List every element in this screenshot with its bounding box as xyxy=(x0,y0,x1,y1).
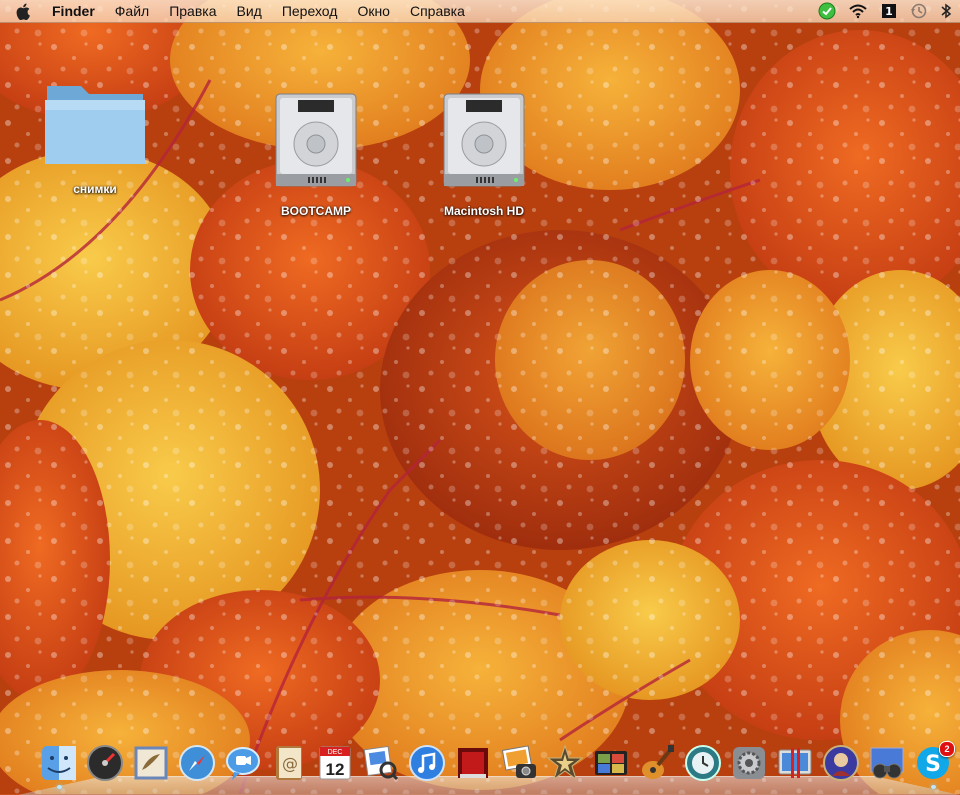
running-indicator xyxy=(57,785,62,789)
wifi-icon[interactable] xyxy=(848,0,868,22)
desktop-drive-bootcamp[interactable]: BOOTCAMP xyxy=(258,90,374,220)
bluetooth-icon[interactable] xyxy=(940,0,952,22)
folder-icon xyxy=(45,86,145,164)
iphoto-icon xyxy=(501,745,536,778)
dock-skype[interactable]: S 2 xyxy=(914,741,955,789)
apple-icon[interactable] xyxy=(12,0,34,22)
ical-month-label: DEC xyxy=(328,749,343,756)
status-menu-area: 1 xyxy=(818,0,952,22)
address-book-icon: @ xyxy=(276,746,302,780)
dock-itunes[interactable] xyxy=(408,743,446,783)
ichat-icon xyxy=(226,747,260,780)
dock: @ DEC 12 S 2 xyxy=(40,741,960,789)
garageband-icon xyxy=(642,745,674,779)
dock-preview[interactable] xyxy=(362,743,400,783)
dock-system-preferences[interactable] xyxy=(730,743,768,783)
dock-safari[interactable] xyxy=(178,743,216,783)
dock-imovie[interactable] xyxy=(546,743,584,783)
desktop-folder-snimki[interactable]: снимки xyxy=(36,78,154,198)
finder-icon xyxy=(42,746,76,780)
messenger-status-icon[interactable] xyxy=(818,0,836,22)
dock-utilities[interactable] xyxy=(868,743,906,783)
menu-view[interactable]: Вид xyxy=(227,0,272,22)
menu-file[interactable]: Файл xyxy=(105,0,159,22)
safari-icon xyxy=(179,745,215,781)
dock-address-book[interactable]: @ xyxy=(270,743,308,783)
desktop-icon-label: Macintosh HD xyxy=(443,204,524,218)
dashboard-icon xyxy=(87,745,123,781)
dock-ical[interactable]: DEC 12 xyxy=(316,743,354,783)
menu-go[interactable]: Переход xyxy=(272,0,348,22)
preview-icon xyxy=(363,745,399,781)
menu-edit[interactable]: Правка xyxy=(159,0,226,22)
dock-finder[interactable] xyxy=(40,743,78,789)
hard-drive-icon xyxy=(275,93,357,187)
time-machine-icon[interactable] xyxy=(910,0,928,22)
dock-parallels[interactable] xyxy=(776,743,814,783)
dock-game[interactable] xyxy=(822,743,860,783)
battery-icon[interactable]: 1 xyxy=(880,0,898,22)
app-menu-finder[interactable]: Finder xyxy=(44,0,105,22)
photo-booth-icon xyxy=(595,751,627,775)
dock-garageband[interactable] xyxy=(638,743,676,783)
parallels-icon xyxy=(778,748,812,778)
dock-time-machine[interactable] xyxy=(684,743,722,783)
dock-dashboard[interactable] xyxy=(86,743,124,783)
menu-bar: Finder Файл Правка Вид Переход Окно Спра… xyxy=(0,0,960,23)
dock-mail[interactable] xyxy=(132,743,170,783)
front-row-icon xyxy=(458,748,488,778)
menu-window[interactable]: Окно xyxy=(347,0,400,22)
itunes-icon xyxy=(409,745,445,781)
dock-photo-booth[interactable] xyxy=(592,743,630,783)
dock-front-row[interactable] xyxy=(454,743,492,783)
mail-icon xyxy=(134,746,168,780)
menu-help[interactable]: Справка xyxy=(400,0,475,22)
desktop-drive-macintosh-hd[interactable]: Macintosh HD xyxy=(426,90,542,220)
hard-drive-icon xyxy=(443,93,525,187)
skype-notification-badge: 2 xyxy=(939,741,955,757)
svg-text:S: S xyxy=(925,752,941,777)
svg-text:1: 1 xyxy=(885,5,893,18)
time-machine-icon xyxy=(685,745,721,781)
binoculars-icon xyxy=(870,747,904,779)
dock-ichat[interactable] xyxy=(224,743,262,783)
ical-day-label: 12 xyxy=(326,760,345,779)
gear-icon xyxy=(733,747,765,779)
svg-text:@: @ xyxy=(282,754,298,773)
running-indicator xyxy=(931,785,936,789)
dock-iphoto[interactable] xyxy=(500,743,538,783)
imovie-icon xyxy=(546,744,584,781)
desktop-icon-label: снимки xyxy=(73,182,117,196)
game-icon xyxy=(823,745,859,781)
ical-icon: DEC 12 xyxy=(319,746,351,780)
desktop-icon-label: BOOTCAMP xyxy=(281,204,351,218)
